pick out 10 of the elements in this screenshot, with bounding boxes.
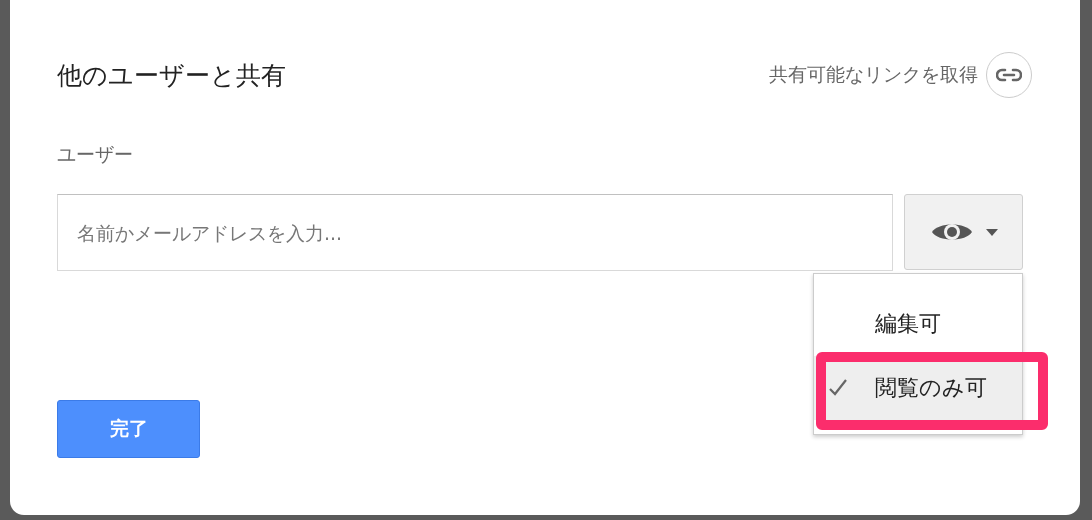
link-icon [996, 68, 1022, 82]
get-link-label[interactable]: 共有可能なリンクを取得 [769, 62, 978, 88]
permission-dropdown[interactable] [904, 194, 1023, 270]
menu-item[interactable]: 編集可 [814, 292, 1022, 356]
link-button[interactable] [986, 52, 1032, 98]
people-input-field[interactable]: 名前かメールアドレスを入力... [57, 194, 893, 271]
caret-icon [985, 228, 998, 236]
dialog-title: 他のユーザーと共有 [57, 59, 286, 92]
check-icon [828, 378, 848, 396]
section-label: ユーザー [57, 142, 134, 167]
